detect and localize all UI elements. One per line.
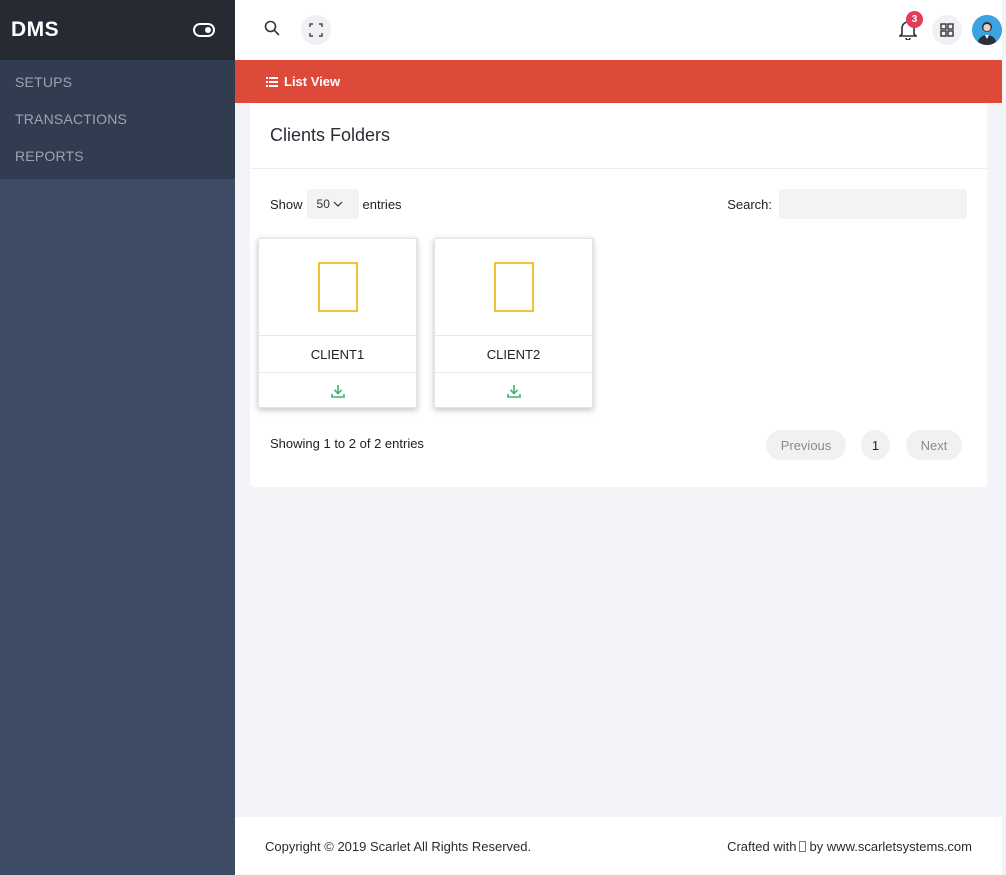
download-button[interactable] (435, 373, 592, 408)
sidebar-nav: SETUPS TRANSACTIONS REPORTS (0, 60, 235, 179)
apps-grid-icon[interactable] (932, 15, 962, 45)
search-input[interactable] (779, 189, 967, 219)
fullscreen-icon[interactable] (301, 15, 331, 45)
scrollbar-track[interactable] (1002, 0, 1006, 875)
pagination-next[interactable]: Next (906, 430, 962, 460)
folder-card-client2[interactable]: CLIENT2 (434, 238, 593, 408)
search-icon[interactable] (262, 18, 282, 38)
copyright-text: Copyright © 2019 Scarlet All Rights Rese… (265, 838, 532, 854)
folder-card-client1[interactable]: CLIENT1 (258, 238, 417, 408)
sidebar-item-transactions[interactable]: TRANSACTIONS (0, 101, 235, 138)
sidebar-item-label: REPORTS (15, 148, 84, 164)
brand-logo[interactable]: DMS (11, 18, 59, 42)
folder-thumbnail[interactable] (259, 239, 416, 336)
notification-badge: 3 (906, 11, 923, 28)
table-controls: Show 50 entries Search: (270, 189, 967, 219)
topbar: 3 (235, 0, 1006, 60)
user-avatar[interactable] (972, 15, 1002, 45)
crafted-suffix[interactable]: by www.scarletsystems.com (809, 839, 972, 854)
heart-icon (799, 840, 807, 852)
crafted-prefix: Crafted with (727, 838, 797, 854)
entries-length: Show 50 entries (270, 189, 402, 219)
download-icon (506, 384, 521, 398)
document-icon (317, 262, 358, 312)
entries-label: entries (362, 196, 402, 212)
folder-thumbnail[interactable] (435, 239, 592, 336)
clients-folders-card: Clients Folders Show 50 entries Search: … (250, 103, 987, 487)
folder-name[interactable]: CLIENT1 (259, 336, 416, 373)
download-icon (330, 384, 345, 398)
show-label: Show (270, 196, 303, 212)
list-view-label: List View (284, 74, 341, 89)
list-view-button[interactable]: List View (266, 74, 340, 89)
download-button[interactable] (259, 373, 416, 408)
sidebar-item-label: SETUPS (15, 74, 73, 90)
sidebar-item-setups[interactable]: SETUPS (0, 64, 235, 101)
sidebar-toggle-icon[interactable] (193, 23, 215, 37)
table-info: Showing 1 to 2 of 2 entries (270, 436, 424, 451)
entries-select[interactable]: 50 (306, 189, 359, 219)
card-title: Clients Folders (250, 103, 987, 169)
sidebar: DMS SETUPS TRANSACTIONS REPORTS (0, 0, 235, 875)
pagination-previous[interactable]: Previous (766, 430, 846, 460)
sidebar-item-label: TRANSACTIONS (15, 111, 128, 127)
sidebar-item-reports[interactable]: REPORTS (0, 138, 235, 175)
chevron-down-icon (333, 201, 343, 207)
pagination-page-1[interactable]: 1 (861, 430, 890, 460)
entries-value: 50 (316, 197, 330, 211)
list-icon (266, 76, 278, 87)
search-label: Search: (727, 196, 772, 212)
table-search: Search: (727, 189, 967, 219)
folder-name[interactable]: CLIENT2 (435, 336, 592, 373)
footer: Copyright © 2019 Scarlet All Rights Rese… (235, 817, 1002, 875)
document-icon (493, 262, 534, 312)
crafted-by: Crafted with by www.scarletsystems.com (727, 839, 972, 854)
sidebar-header: DMS (0, 0, 235, 60)
list-view-bar: List View (235, 60, 1002, 103)
